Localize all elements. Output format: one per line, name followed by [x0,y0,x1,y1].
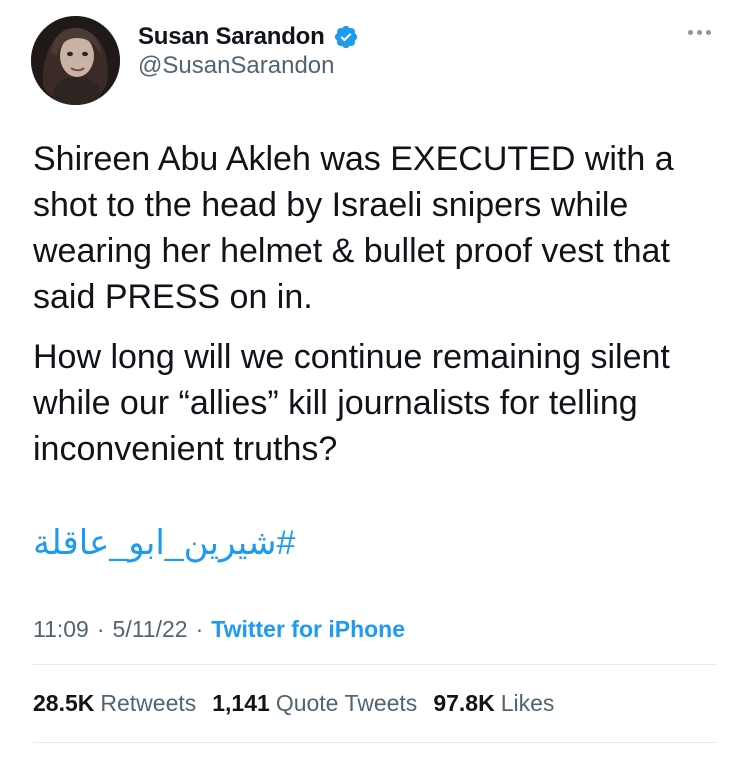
tweet-meta: 11:09 · 5/11/22 · Twitter for iPhone [33,616,405,643]
dot [696,29,702,35]
retweets-stat[interactable]: 28.5K Retweets [33,690,196,717]
tweet-source[interactable]: Twitter for iPhone [211,616,405,643]
dot [687,29,693,35]
avatar-photo [31,16,120,105]
display-name[interactable]: Susan Sarandon [138,23,325,51]
retweets-count: 28.5K [33,690,95,716]
tweet-card: Susan Sarandon @SusanSarandon Shireen Ab… [0,0,750,763]
author-name-row[interactable]: Susan Sarandon [138,20,359,54]
quote-tweets-label: Quote Tweets [275,690,418,716]
tweet-paragraph-1: Shireen Abu Akleh was EXECUTED with a sh… [33,140,674,316]
likes-stat[interactable]: 97.8K Likes [433,690,554,717]
author-handle[interactable]: @SusanSarandon [138,52,335,80]
avatar[interactable] [31,16,120,105]
dot [705,29,711,35]
verified-badge-icon [334,25,357,49]
meta-separator: · [195,616,204,642]
tweet-time[interactable]: 11:09 [33,616,89,643]
divider [33,742,716,743]
tweet-paragraph-2: How long will we continue remaining sile… [33,338,670,468]
likes-label: Likes [500,690,555,716]
engagement-stats: 28.5K Retweets 1,141 Quote Tweets 97.8K … [33,690,554,717]
retweets-label: Retweets [100,690,197,716]
hashtag-link[interactable]: #شيرين_ابو_عاقلة [33,520,295,566]
meta-separator: · [96,616,105,642]
quote-tweets-stat[interactable]: 1,141 Quote Tweets [212,690,417,717]
divider [33,664,716,665]
more-horizontal-icon[interactable] [682,20,716,44]
tweet-date[interactable]: 5/11/22 [113,616,188,643]
likes-count: 97.8K [433,690,495,716]
tweet-text: Shireen Abu Akleh was EXECUTED with a sh… [33,136,723,472]
quote-tweets-count: 1,141 [212,690,270,716]
